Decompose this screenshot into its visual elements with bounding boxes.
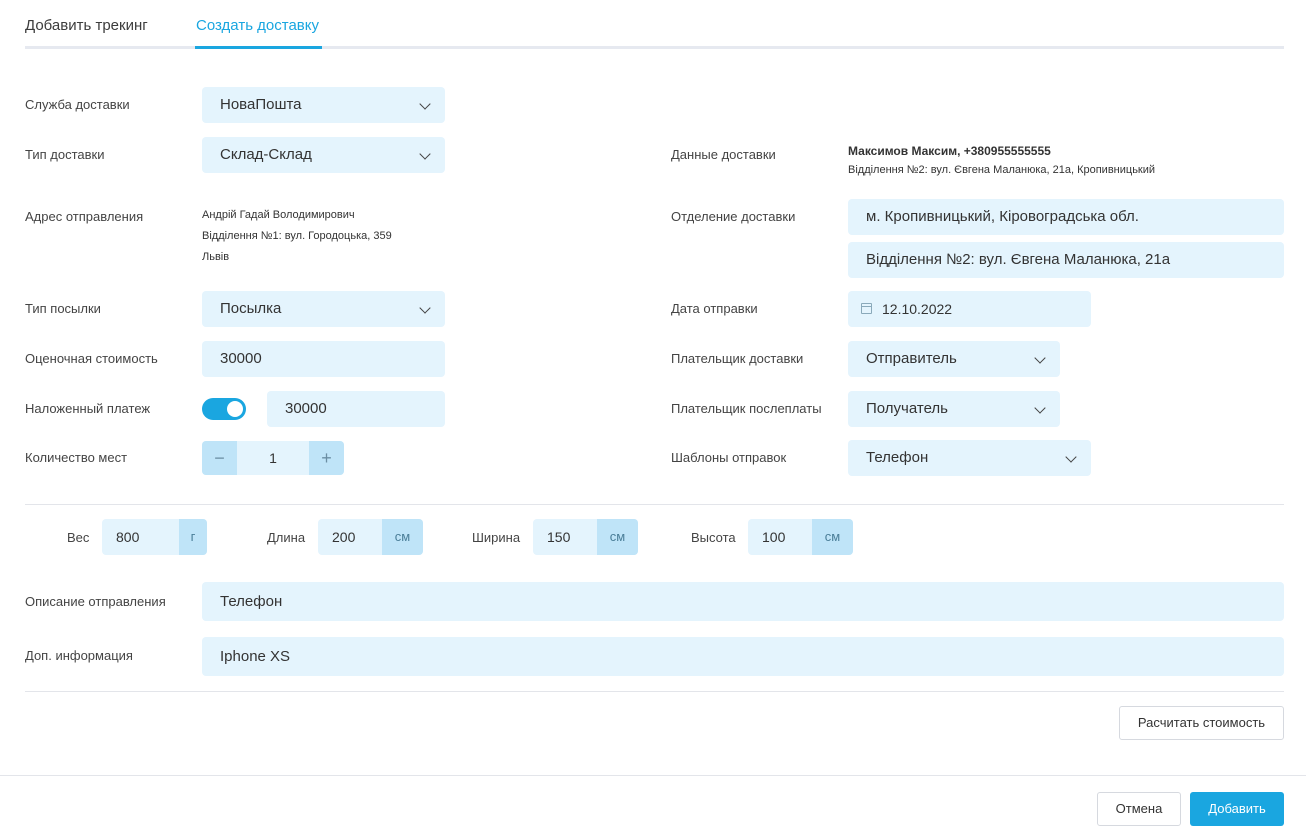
delivery-payer-value: Отправитель xyxy=(866,350,957,367)
templates-value: Телефон xyxy=(866,449,929,466)
height-value: 100 xyxy=(762,529,786,545)
description-input[interactable]: Телефон xyxy=(202,582,1284,621)
ship-date-label: Дата отправки xyxy=(671,301,758,316)
sender-address: Андрій Гадай Володимирович Відділення №1… xyxy=(202,205,392,268)
service-value: НоваПошта xyxy=(220,96,302,113)
extra-info-label: Доп. информация xyxy=(25,648,133,663)
sender-address-label: Адрес отправления xyxy=(25,209,144,224)
places-stepper: − 1 + xyxy=(202,441,344,475)
divider xyxy=(25,691,1284,692)
width-unit: см xyxy=(597,519,638,555)
weight-unit: г xyxy=(179,519,207,555)
city-input[interactable]: м. Кропивницький, Кіровоградська обл. xyxy=(848,199,1284,235)
height-input[interactable]: 100 см xyxy=(748,519,853,555)
branch-label: Отделение доставки xyxy=(671,209,796,224)
weight-label: Вес xyxy=(67,530,90,545)
tab-add-tracking[interactable]: Добавить трекинг xyxy=(25,17,148,34)
ship-date-input[interactable]: 12.10.2022 xyxy=(848,291,1091,327)
delivery-type-label: Тип доставки xyxy=(25,147,105,162)
sender-name: Андрій Гадай Володимирович xyxy=(202,209,355,221)
length-unit: см xyxy=(382,519,423,555)
footer-divider xyxy=(0,775,1306,776)
toggle-knob xyxy=(227,401,243,417)
recipient-info: Максимов Максим, +380955555555 Відділенн… xyxy=(848,144,1155,179)
add-button[interactable]: Добавить xyxy=(1190,792,1284,826)
delivery-data-label: Данные доставки xyxy=(671,147,776,162)
recipient-name-phone: Максимов Максим, +380955555555 xyxy=(848,144,1051,158)
width-input[interactable]: 150 см xyxy=(533,519,638,555)
declared-value-input[interactable]: 30000 xyxy=(202,341,445,377)
calculate-cost-button[interactable]: Расчитать стоимость xyxy=(1119,706,1284,740)
chevron-down-icon xyxy=(419,302,431,314)
height-unit: см xyxy=(812,519,853,555)
parcel-type-value: Посылка xyxy=(220,300,282,317)
length-input[interactable]: 200 см xyxy=(318,519,423,555)
branch-input[interactable]: Відділення №2: вул. Євгена Маланюка, 21а xyxy=(848,242,1284,278)
service-select[interactable]: НоваПошта xyxy=(202,87,445,123)
cod-toggle[interactable] xyxy=(202,398,246,420)
extra-info-input[interactable]: Iphone XS xyxy=(202,637,1284,676)
divider xyxy=(25,504,1284,505)
chevron-down-icon xyxy=(1034,352,1046,364)
parcel-type-label: Тип посылки xyxy=(25,301,101,316)
cod-amount-input[interactable]: 30000 xyxy=(267,391,445,427)
length-label: Длина xyxy=(267,530,306,545)
cancel-button[interactable]: Отмена xyxy=(1097,792,1181,826)
parcel-type-select[interactable]: Посылка xyxy=(202,291,445,327)
places-label: Количество мест xyxy=(25,450,128,465)
increment-button[interactable]: + xyxy=(309,441,344,475)
description-label: Описание отправления xyxy=(25,594,166,609)
service-label: Служба доставки xyxy=(25,97,130,112)
declared-value-label: Оценочная стоимость xyxy=(25,351,158,366)
weight-value: 800 xyxy=(116,529,140,545)
chevron-down-icon xyxy=(1034,402,1046,414)
weight-input[interactable]: 800 г xyxy=(102,519,207,555)
recipient-branch: Відділення №2: вул. Євгена Маланюка, 21а… xyxy=(848,164,1156,176)
templates-label: Шаблоны отправок xyxy=(671,450,787,465)
delivery-payer-select[interactable]: Отправитель xyxy=(848,341,1060,377)
sender-city: Львів xyxy=(202,251,230,263)
delivery-type-value: Склад-Склад xyxy=(220,146,312,163)
height-label: Высота xyxy=(691,530,736,545)
calendar-icon xyxy=(861,303,872,314)
width-value: 150 xyxy=(547,529,571,545)
chevron-down-icon xyxy=(1065,451,1077,463)
cod-label: Наложенный платеж xyxy=(25,401,151,416)
places-value[interactable]: 1 xyxy=(237,441,309,475)
chevron-down-icon xyxy=(419,148,431,160)
delivery-type-select[interactable]: Склад-Склад xyxy=(202,137,445,173)
width-label: Ширина xyxy=(472,530,521,545)
cod-payer-select[interactable]: Получатель xyxy=(848,391,1060,427)
chevron-down-icon xyxy=(419,98,431,110)
cod-payer-label: Плательщик послеплаты xyxy=(671,401,822,416)
decrement-button[interactable]: − xyxy=(202,441,237,475)
cod-payer-value: Получатель xyxy=(866,400,948,417)
length-value: 200 xyxy=(332,529,356,545)
active-tab-indicator xyxy=(195,46,322,49)
templates-select[interactable]: Телефон xyxy=(848,440,1091,476)
tab-bar: Добавить трекинг Создать доставку xyxy=(25,0,1284,49)
sender-branch: Відділення №1: вул. Городоцька, 359 xyxy=(202,230,392,242)
delivery-payer-label: Плательщик доставки xyxy=(671,351,804,366)
ship-date-value: 12.10.2022 xyxy=(882,301,953,317)
tab-create-delivery[interactable]: Создать доставку xyxy=(196,17,319,34)
